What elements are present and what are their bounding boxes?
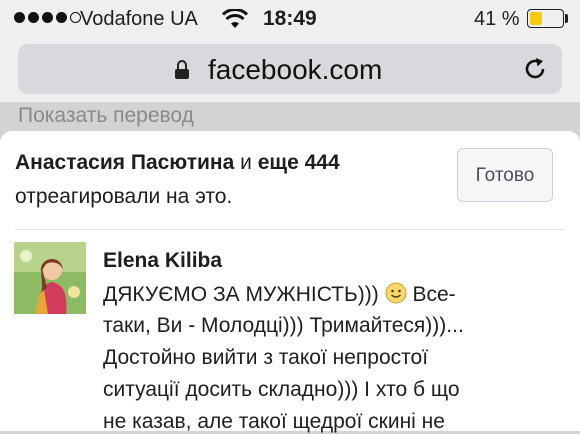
clock: 18:49: [263, 7, 317, 30]
comment-line-5: не казав, але такої щедрої скині не: [103, 410, 445, 433]
reactors-connector: и: [240, 151, 252, 174]
reactions-sheet: Анастасия Пасютина и еще 444 отреагирова…: [0, 131, 580, 433]
carrier-name: Vodafone UA: [80, 8, 198, 30]
reactors-summary: Анастасия Пасютина и еще 444: [15, 151, 340, 175]
comment-author[interactable]: Elena Kiliba: [103, 249, 222, 273]
comment-line-4: ситуації досить складно))) І хто б що: [103, 378, 460, 401]
battery-percentage: 41 %: [474, 8, 520, 30]
battery-tip: [565, 14, 568, 23]
smile-emoji-icon: [385, 282, 407, 304]
browser-toolbar: facebook.com: [0, 40, 580, 102]
comment-line-1-after: Все-: [412, 283, 456, 306]
others-count[interactable]: еще 444: [258, 151, 340, 174]
reactor-name[interactable]: Анастасия Пасютина: [15, 151, 234, 174]
comment-line-1: ДЯКУЄМО ЗА МУЖНІСТЬ))) Все-: [103, 282, 456, 307]
avatar-image: [14, 242, 86, 314]
address-bar[interactable]: facebook.com: [18, 44, 562, 94]
comment-line-1-text: ДЯКУЄМО ЗА МУЖНІСТЬ))): [103, 283, 379, 306]
done-button[interactable]: Готово: [457, 148, 553, 202]
comment-line-3: Достойно вийти з такої непростої: [103, 346, 429, 369]
status-bar: Vodafone UA 18:49 41 %: [0, 0, 580, 40]
avatar[interactable]: [14, 242, 86, 314]
battery-fill: [530, 12, 542, 25]
translate-link[interactable]: Показать перевод: [18, 104, 194, 128]
battery-icon: [527, 9, 564, 28]
lock-icon: [175, 60, 189, 79]
divider: [15, 229, 565, 230]
reload-icon[interactable]: [523, 57, 547, 81]
signal-strength-icon: [14, 12, 81, 23]
comment-line-2: таки, Ви - Молодці))) Тримайтеся)))...: [103, 314, 464, 337]
reacted-text: отреагировали на это.: [15, 185, 233, 208]
wifi-icon: [222, 9, 248, 28]
url-text: facebook.com: [208, 54, 383, 85]
